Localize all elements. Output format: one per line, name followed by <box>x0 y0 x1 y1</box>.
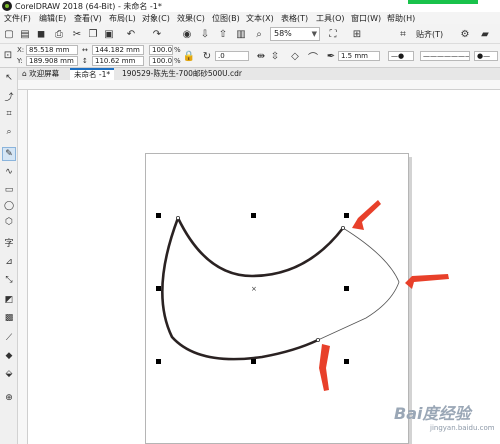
artistic-media-icon[interactable]: ∿ <box>3 166 15 178</box>
horizontal-ruler[interactable] <box>18 80 500 90</box>
window-title: CorelDRAW 2018 (64-Bit) - 未命名 -1* <box>15 2 162 11</box>
percent-label-2: % <box>174 57 181 65</box>
rulers-icon[interactable]: ⊞ <box>350 27 364 41</box>
standard-toolbar: ▢ ▤ ◼ ⎙ ✂ ❐ ▣ ↶ ↷ ◉ ⇩ ⇧ ▥ ⌕ 58% ▼ ⛶ ⊞ ⌗ … <box>0 24 500 44</box>
snap-icon[interactable]: ⌗ <box>396 27 410 41</box>
watermark-url: jingyan.baidu.com <box>430 424 495 432</box>
copy-icon[interactable]: ❐ <box>86 27 100 41</box>
mirror-vertical-icon[interactable]: ⇳ <box>268 49 282 63</box>
document-page[interactable] <box>145 153 409 444</box>
zoom-level-value: 58% <box>274 29 292 38</box>
menu-object[interactable]: 对象(C) <box>142 13 170 24</box>
tab-welcome[interactable]: ⌂ 欢迎屏幕 <box>18 68 63 80</box>
open-icon[interactable]: ▤ <box>18 27 32 41</box>
outline-pen-icon[interactable]: ✒ <box>324 49 338 63</box>
smart-fill-icon[interactable]: ⬙ <box>3 368 15 380</box>
menu-tools[interactable]: 工具(O) <box>316 13 345 24</box>
connector-icon[interactable]: ⤡ <box>3 274 15 286</box>
start-arrowhead-dropdown[interactable]: —● <box>388 51 414 61</box>
object-origin-icon[interactable]: ⊡ <box>1 48 15 62</box>
width-field[interactable]: 144.182 mm <box>92 45 144 55</box>
snap-to-dropdown[interactable]: 贴齐(T) <box>416 29 443 40</box>
title-accent-bar <box>408 0 478 4</box>
percent-label: % <box>174 46 181 54</box>
paste-icon[interactable]: ▣ <box>102 27 116 41</box>
menu-layout[interactable]: 布局(L) <box>109 13 136 24</box>
menu-view[interactable]: 查看(V) <box>74 13 102 24</box>
watermark-text: Bai度经验 <box>394 404 471 423</box>
transparency-icon[interactable]: ▩ <box>3 312 15 324</box>
menu-window[interactable]: 窗口(W) <box>351 13 381 24</box>
rotation-angle-field[interactable]: .0 <box>215 51 249 61</box>
end-arrowhead-dropdown[interactable]: ●— <box>474 51 498 61</box>
width-icon: ↔ <box>82 46 88 54</box>
menu-table[interactable]: 表格(T) <box>281 13 308 24</box>
x-label: X: <box>17 46 25 54</box>
drop-shadow-icon[interactable]: ◩ <box>3 294 15 306</box>
vertical-ruler[interactable] <box>18 90 28 444</box>
redo-icon[interactable]: ↷ <box>150 27 164 41</box>
rectangle-icon[interactable]: ▭ <box>3 184 15 196</box>
freehand-pick-icon[interactable]: ⤴ <box>3 90 15 103</box>
tab-welcome-label: 欢迎屏幕 <box>29 69 60 78</box>
undo-icon[interactable]: ↶ <box>124 27 138 41</box>
baidu-watermark: Bai度经验 jingyan.baidu.com <box>394 396 498 442</box>
coreldraw-logo-icon <box>2 1 12 11</box>
scale-width-field[interactable]: 100.0 <box>149 45 173 55</box>
export-icon[interactable]: ⇧ <box>216 27 230 41</box>
property-bar: ⊡ X: 85.518 mm Y: 189.908 mm ↔ 144.182 m… <box>0 44 500 68</box>
line-style-dropdown[interactable]: ——————— <box>420 51 470 61</box>
save-icon[interactable]: ◼ <box>34 27 48 41</box>
interactive-fill-icon[interactable]: ◆ <box>3 350 15 362</box>
import-icon[interactable]: ⇩ <box>198 27 212 41</box>
break-curve-icon[interactable]: ⌒ <box>306 49 320 64</box>
freehand-icon[interactable]: ✎ <box>2 147 16 161</box>
fullscreen-icon[interactable]: ⛶ <box>326 27 340 41</box>
add-icon[interactable]: ⊕ <box>3 392 15 404</box>
menu-text[interactable]: 文本(X) <box>246 13 274 24</box>
ellipse-icon[interactable]: ◯ <box>3 200 15 212</box>
new-icon[interactable]: ▢ <box>2 27 16 41</box>
print-icon[interactable]: ⎙ <box>52 27 66 41</box>
zoom-level-dropdown[interactable]: 58% ▼ <box>270 27 320 41</box>
pick-tool-icon[interactable]: ↖ <box>3 72 15 84</box>
rotate-icon[interactable]: ↻ <box>200 49 214 63</box>
parallel-dimension-icon[interactable]: ⊿ <box>3 256 15 268</box>
menu-bar: 文件(F) 编辑(E) 查看(V) 布局(L) 对象(C) 效果(C) 位图(B… <box>0 12 500 24</box>
y-label: Y: <box>17 57 23 65</box>
scale-height-field[interactable]: 100.0 <box>149 56 173 66</box>
eyedropper-icon[interactable]: ⟋ <box>3 332 15 344</box>
search-icon[interactable]: ◉ <box>180 27 194 41</box>
document-tab-bar: ⌂ 欢迎屏幕 未命名 -1* 190529-陈先生-700邮砂500U.cdr <box>18 68 500 80</box>
tab-untitled[interactable]: 未命名 -1* <box>70 68 115 80</box>
outline-width-dropdown[interactable]: 1.5 mm <box>338 51 380 61</box>
title-bar: CorelDRAW 2018 (64-Bit) - 未命名 -1* <box>0 0 500 12</box>
toolbox: ↖ ⤴ ⌗ ⌕ ✎ ∿ ▭ ◯ ⬡ 字 ⊿ ⤡ ◩ ▩ ⟋ ◆ ⬙ ⊕ <box>0 68 18 444</box>
chevron-down-icon: ▼ <box>311 30 317 38</box>
zoom-icon[interactable]: ⌕ <box>252 27 266 41</box>
node-type-icon[interactable]: ◇ <box>288 49 302 63</box>
height-field[interactable]: 110.62 mm <box>92 56 144 66</box>
pdf-icon[interactable]: ▥ <box>234 27 248 41</box>
height-icon: ↕ <box>82 57 88 65</box>
x-position-field[interactable]: 85.518 mm <box>26 45 78 55</box>
launch-icon[interactable]: ▰ <box>478 27 492 41</box>
menu-edit[interactable]: 编辑(E) <box>39 13 66 24</box>
zoom-icon[interactable]: ⌕ <box>3 126 15 138</box>
menu-help[interactable]: 帮助(H) <box>387 13 415 24</box>
menu-file[interactable]: 文件(F) <box>4 13 31 24</box>
gear-icon[interactable]: ⚙ <box>458 27 472 41</box>
y-position-field[interactable]: 189.908 mm <box>26 56 78 66</box>
cut-icon[interactable]: ✂ <box>70 27 84 41</box>
menu-bitmaps[interactable]: 位图(B) <box>212 13 240 24</box>
crop-icon[interactable]: ⌗ <box>3 108 15 120</box>
text-icon[interactable]: 字 <box>3 236 15 249</box>
menu-effects[interactable]: 效果(C) <box>177 13 205 24</box>
lock-ratio-icon[interactable]: 🔒 <box>182 49 196 63</box>
polygon-icon[interactable]: ⬡ <box>3 216 15 228</box>
mirror-horizontal-icon[interactable]: ⇹ <box>254 49 268 63</box>
tab-cdr-file[interactable]: 190529-陈先生-700邮砂500U.cdr <box>118 68 246 80</box>
